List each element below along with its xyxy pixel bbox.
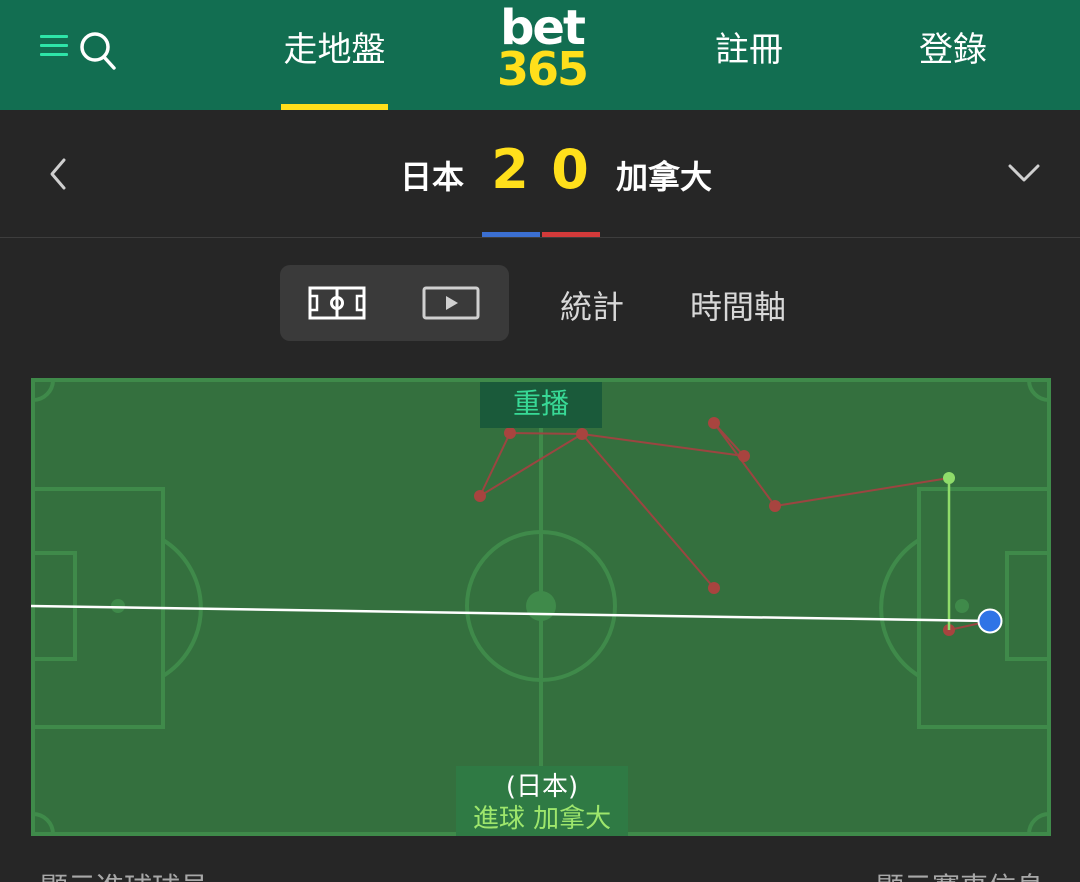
away-team-color-bar	[542, 232, 600, 237]
scoreboard: 日本 2 0 加拿大	[0, 110, 1080, 238]
home-score: 2	[491, 138, 529, 201]
nav-login[interactable]: 登錄	[917, 22, 989, 71]
show-match-info-link[interactable]: 顯示賽事信息	[876, 866, 1044, 882]
away-team-name: 加拿大	[616, 158, 713, 196]
chevron-left-icon[interactable]	[44, 156, 74, 192]
pitch-view-icon[interactable]	[302, 283, 372, 323]
top-bar: 走地盤 bet 365 註冊 登錄	[0, 0, 1080, 110]
home-team-color-bar	[482, 232, 540, 237]
search-icon[interactable]	[80, 30, 116, 70]
event-info: (日本) 進球 加拿大	[456, 766, 628, 836]
tab-stats[interactable]: 統計	[560, 282, 624, 328]
logo-text-bottom: 365	[496, 42, 589, 96]
home-team-name: 日本	[400, 158, 465, 196]
view-toggle	[280, 265, 509, 341]
video-play-icon[interactable]	[420, 283, 484, 323]
nav-register[interactable]: 註冊	[712, 22, 786, 71]
show-scorers-link[interactable]: 顯示進球球員	[40, 866, 208, 882]
bet365-logo[interactable]: bet 365	[494, 0, 590, 96]
chevron-down-icon[interactable]	[1006, 160, 1042, 186]
hamburger-menu-icon[interactable]	[40, 33, 68, 59]
away-score: 0	[551, 138, 589, 201]
replay-button[interactable]: 重播	[480, 382, 602, 428]
nav-inplay[interactable]: 走地盤	[281, 22, 388, 110]
event-description: 進球 加拿大	[472, 804, 612, 834]
tab-timeline[interactable]: 時間軸	[690, 282, 786, 328]
nav-inplay-label: 走地盤	[283, 30, 386, 70]
